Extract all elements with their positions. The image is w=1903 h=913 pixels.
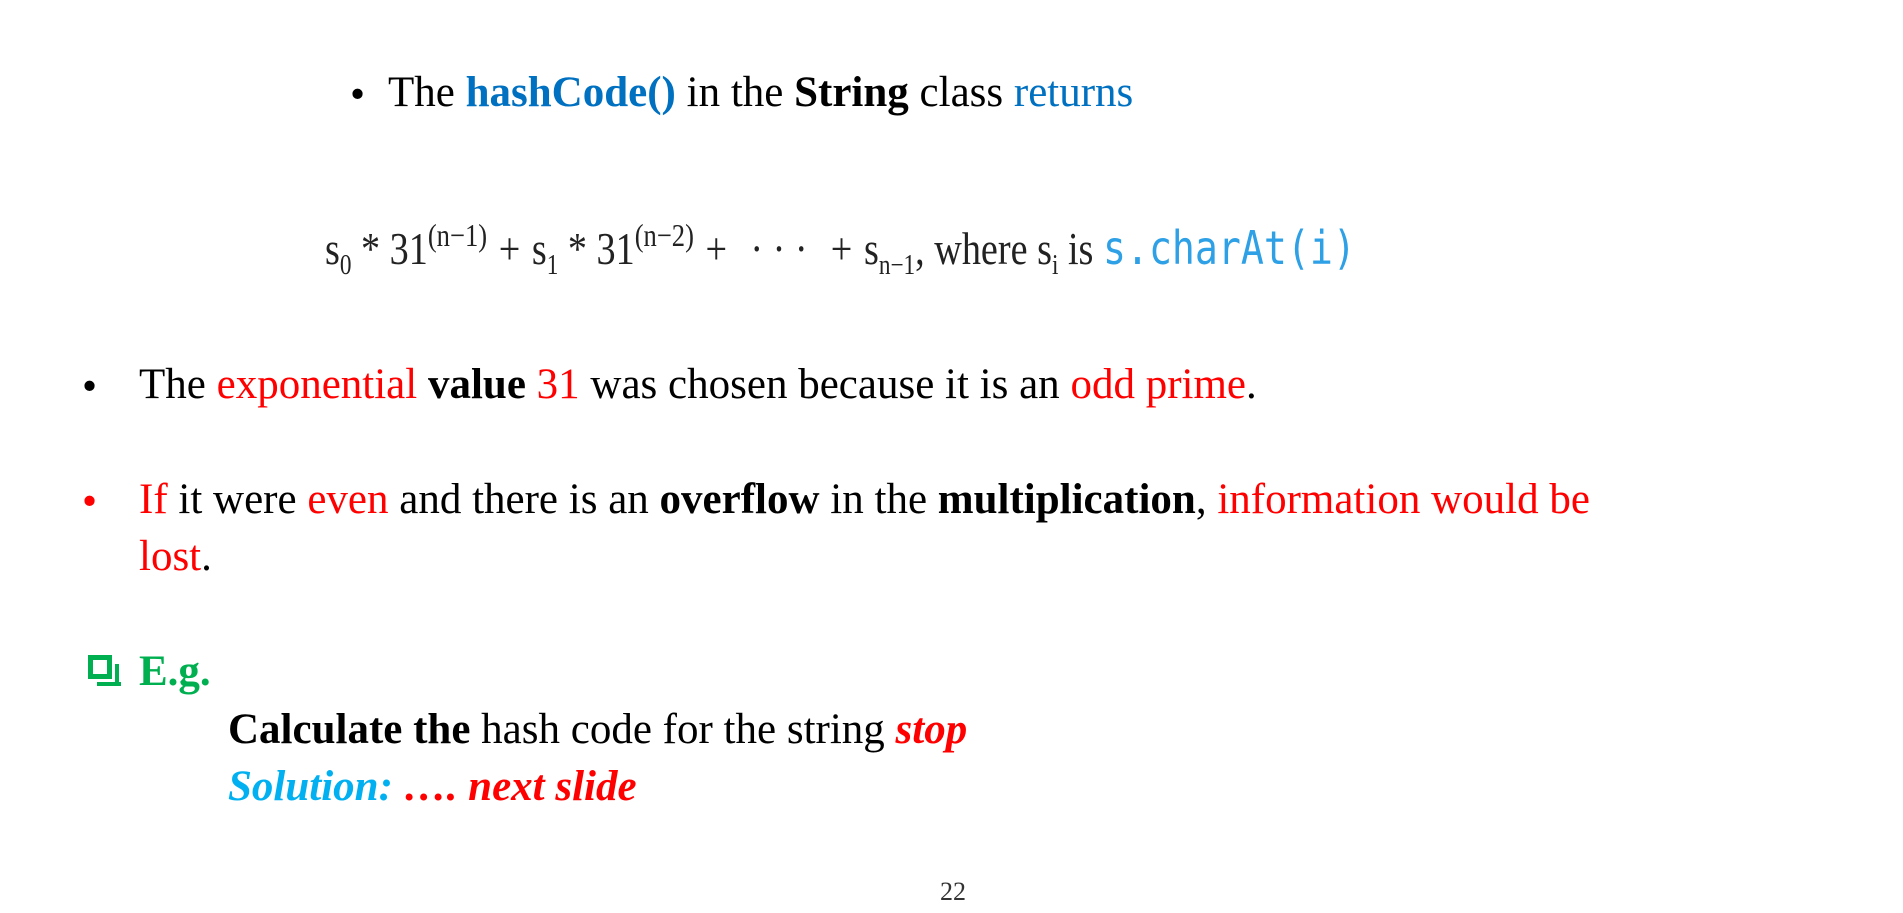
number-31: 31 [536, 361, 580, 408]
formula-s: s [531, 223, 547, 274]
if-word: If [139, 476, 168, 523]
even-word: even [307, 476, 389, 523]
hashcode-method: hashCode() [465, 69, 676, 116]
text: hash code for the string [470, 706, 896, 753]
formula-where: , where s [915, 223, 1052, 274]
text [417, 361, 428, 408]
information-lost-text: information would be [1217, 476, 1590, 523]
intro-text: in the [675, 69, 795, 116]
formula-exponent: (n−2) [634, 217, 694, 253]
text: in the [819, 476, 938, 523]
formula-plus: + [830, 223, 853, 274]
odd-prime: odd prime [1070, 361, 1246, 408]
next-slide-text: …. next slide [392, 763, 637, 810]
formula-is: is [1058, 223, 1103, 274]
text: and there is an [388, 476, 660, 523]
checkbox-bullet-icon [88, 655, 121, 686]
overflow-line: If it were even and there is an overflow… [139, 475, 1590, 525]
formula-subscript: 0 [339, 250, 352, 281]
overflow-line-continued: lost. [139, 532, 212, 582]
text: . [201, 533, 212, 580]
formula-s: s [325, 223, 340, 274]
bullet-marker: • [82, 363, 98, 410]
formula-plus: + [705, 223, 728, 274]
solution-label: Solution: [228, 763, 393, 810]
example-label: E.g. [139, 648, 211, 695]
bullet-marker-red: • [82, 478, 98, 525]
calculate-line: Calculate the hash code for the string s… [228, 705, 967, 755]
formula-times: * 31 [558, 223, 635, 274]
exponent-reason-line: The exponential value 31 was chosen beca… [139, 360, 1257, 410]
text [526, 361, 537, 408]
formula-dots: · · · [750, 223, 808, 274]
overflow-word: overflow [659, 476, 820, 523]
bullet-marker: • [350, 71, 366, 118]
value-word: value [427, 361, 526, 408]
solution-line: Solution: …. next slide [228, 762, 637, 812]
formula-plus: + [498, 223, 521, 274]
lost-word: lost [139, 533, 202, 580]
hash-formula: s0 * 31(n−1) + s1 * 31(n−2) + · · · + sn−1, wh… [325, 200, 1356, 301]
text: The [139, 361, 217, 408]
formula-code: s.charAt(i) [1102, 221, 1356, 275]
string-class: String [794, 69, 909, 116]
formula-subscript: 1 [546, 250, 559, 281]
text: was chosen because it is an [579, 361, 1071, 408]
returns-word: returns [1013, 69, 1134, 116]
formula-exponent: (n−1) [427, 217, 488, 253]
formula-subscript: n−1 [878, 250, 916, 281]
multiplication-word: multiplication [937, 476, 1196, 523]
formula-times: * 31 [351, 223, 428, 274]
calculate-bold: Calculate the [228, 706, 471, 753]
intro-text: The [388, 69, 466, 116]
text: , [1195, 476, 1218, 523]
text: . [1246, 361, 1257, 408]
formula-s: s [863, 223, 879, 274]
exponential-word: exponential [216, 361, 418, 408]
intro-text: class [908, 69, 1014, 116]
page-number: 22 [940, 877, 966, 906]
hashcode-intro-line: The hashCode() in the String class retur… [388, 68, 1133, 118]
stop-word: stop [895, 706, 968, 753]
text: it were [167, 476, 308, 523]
